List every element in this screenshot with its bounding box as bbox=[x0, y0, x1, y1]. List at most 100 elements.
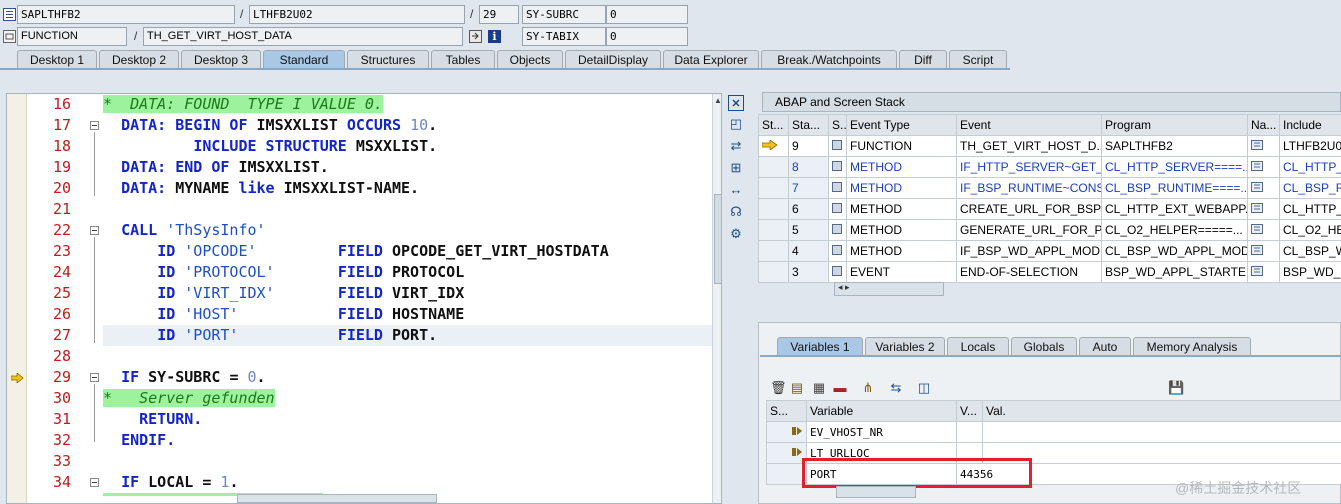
resize-icon[interactable]: ↔ bbox=[728, 182, 744, 198]
tab-desktop-3[interactable]: Desktop 3 bbox=[181, 50, 261, 69]
navigate-icon[interactable] bbox=[469, 30, 482, 43]
tab-standard[interactable]: Standard bbox=[263, 50, 345, 69]
navigate-icon[interactable] bbox=[1247, 261, 1280, 283]
event-type-icon bbox=[828, 219, 847, 241]
variables-tab-divider bbox=[760, 355, 1341, 357]
column-header[interactable]: Event bbox=[956, 114, 1102, 136]
tab-objects[interactable]: Objects bbox=[497, 50, 563, 69]
tab-tables[interactable]: Tables bbox=[431, 50, 495, 69]
transfer-icon[interactable]: ⇆ bbox=[888, 380, 904, 396]
event-type-icon bbox=[828, 198, 847, 220]
program-field[interactable]: SAPLTHFB2 bbox=[17, 5, 235, 24]
insert-row-icon[interactable]: ▦ bbox=[811, 380, 827, 396]
current-frame-arrow-icon bbox=[758, 135, 789, 157]
code-line: 21 bbox=[52, 200, 71, 218]
close-icon[interactable]: ✕ bbox=[728, 95, 744, 111]
tab-breakpoints[interactable]: Break./Watchpoints bbox=[761, 50, 897, 69]
maximize-icon[interactable]: ⊞ bbox=[728, 160, 744, 176]
tab-variables-1[interactable]: Variables 1 bbox=[777, 337, 863, 356]
include-field[interactable]: LTHFB2U02 bbox=[249, 5, 465, 24]
navigate-icon[interactable] bbox=[1247, 135, 1280, 157]
tab-structures[interactable]: Structures bbox=[347, 50, 429, 69]
code-line: 29 IF SY-SUBRC = 0. bbox=[52, 368, 266, 386]
column-header[interactable]: St... bbox=[758, 114, 789, 136]
event-name-field[interactable]: TH_GET_VIRT_HOST_DATA bbox=[143, 27, 463, 46]
line-field[interactable]: 29 bbox=[479, 5, 519, 24]
watermark: @稀土掘金技术社区 bbox=[1175, 480, 1302, 496]
tab-desktop-1[interactable]: Desktop 1 bbox=[17, 50, 97, 69]
info-icon[interactable]: i bbox=[488, 30, 501, 43]
code-line: 31 RETURN. bbox=[52, 410, 203, 428]
column-header[interactable]: Sta... bbox=[788, 114, 829, 136]
tab-auto[interactable]: Auto bbox=[1079, 337, 1131, 356]
program-icon bbox=[3, 8, 16, 21]
sy-field-value: 0 bbox=[606, 27, 688, 46]
column-header[interactable]: Program bbox=[1101, 114, 1248, 136]
stack-title: ABAP and Screen Stack bbox=[762, 92, 1341, 112]
column-header[interactable]: Include bbox=[1279, 114, 1341, 136]
tree-icon[interactable]: ⋔ bbox=[860, 380, 876, 396]
event-type-icon bbox=[828, 240, 847, 262]
swap-tool-icon[interactable]: ⇄ bbox=[728, 138, 744, 154]
navigate-icon[interactable] bbox=[1247, 177, 1280, 199]
separator: / bbox=[470, 7, 474, 21]
variable-type-icon bbox=[766, 442, 807, 464]
editor-horizontal-scrollbar[interactable] bbox=[237, 494, 437, 503]
column-header[interactable]: Val. bbox=[982, 400, 1341, 422]
table-row[interactable]: 5 METHOD GENERATE_URL_FOR_P... CL_O2_HELPE… bbox=[758, 219, 1341, 241]
variable-type-icon bbox=[766, 421, 807, 443]
save-icon[interactable]: 💾 bbox=[1168, 380, 1184, 396]
tab-memory-analysis[interactable]: Memory Analysis bbox=[1133, 337, 1251, 356]
variables-horizontal-scrollbar[interactable] bbox=[836, 486, 916, 498]
source-editor[interactable]: 16 * DATA: FOUND TYPE I VALUE 0. 17 DATA:… bbox=[6, 93, 722, 504]
table-row[interactable]: 8 METHOD IF_HTTP_SERVER~GET_... CL_HTTP_SE… bbox=[758, 156, 1341, 178]
edit-icon bbox=[3, 30, 16, 43]
code-line: 22 CALL 'ThSysInfo' bbox=[52, 221, 266, 239]
column-header[interactable]: Variable bbox=[806, 400, 957, 422]
scroll-up-arrow-icon[interactable]: ▲ bbox=[714, 96, 721, 105]
event-type-field[interactable]: FUNCTION bbox=[17, 27, 127, 46]
code-line: 30 * Server gefunden bbox=[52, 389, 275, 407]
navigate-icon[interactable] bbox=[1247, 156, 1280, 178]
scroll-thumb[interactable] bbox=[714, 194, 721, 284]
tab-script[interactable]: Script bbox=[949, 50, 1007, 69]
code-line: 25 ID 'VIRT_IDX' FIELD VIRT_IDX bbox=[52, 284, 465, 302]
table-row[interactable]: 7 METHOD IF_BSP_RUNTIME~CONS... CL_BSP_RUN… bbox=[758, 177, 1341, 199]
separator: / bbox=[134, 29, 138, 43]
navigate-icon[interactable] bbox=[1247, 219, 1280, 241]
column-header[interactable]: S... bbox=[828, 114, 847, 136]
table-row[interactable]: 4 METHOD IF_BSP_WD_APPL_MOD... CL_BSP_WD_A… bbox=[758, 240, 1341, 262]
navigate-icon[interactable] bbox=[1247, 240, 1280, 262]
tab-desktop-2[interactable]: Desktop 2 bbox=[99, 50, 179, 69]
new-tool-icon[interactable]: ◰ bbox=[728, 116, 744, 132]
tab-diff[interactable]: Diff bbox=[899, 50, 947, 69]
code-line: 23 ID 'OPCODE' FIELD OPCODE_GET_VIRT_HOS… bbox=[52, 242, 609, 260]
stack-horizontal-scrollbar[interactable] bbox=[834, 282, 944, 296]
services-icon[interactable]: ☊ bbox=[728, 204, 744, 220]
settings-icon[interactable]: ⚙ bbox=[728, 226, 744, 242]
tab-data-explorer[interactable]: Data Explorer bbox=[663, 50, 759, 69]
column-header[interactable]: Na... bbox=[1247, 114, 1280, 136]
editor-vertical-scrollbar[interactable]: ▲ bbox=[712, 94, 721, 503]
delete-icon[interactable]: 🗑 bbox=[770, 380, 787, 396]
table-row[interactable]: 3 EVENT END-OF-SELECTION BSP_WD_APPL_START… bbox=[758, 261, 1341, 283]
sy-field-name: SY-TABIX bbox=[522, 27, 606, 46]
find-icon[interactable]: ◫ bbox=[916, 380, 932, 396]
insert-icon[interactable]: ▤ bbox=[789, 380, 805, 396]
tab-divider bbox=[0, 68, 1010, 70]
navigate-icon[interactable] bbox=[1247, 198, 1280, 220]
column-header[interactable]: V... bbox=[956, 400, 983, 422]
column-header[interactable]: Event Type bbox=[846, 114, 957, 136]
scroll-left-arrow-icon[interactable]: ◂ ▸ bbox=[838, 282, 850, 293]
delete-row-icon[interactable]: ▬ bbox=[832, 380, 848, 396]
tab-globals[interactable]: Globals bbox=[1011, 337, 1077, 356]
code-line: 20 DATA: MYNAME like IMSXXLIST-NAME. bbox=[52, 179, 420, 197]
table-row[interactable]: 6 METHODCREATE_URL_FOR_BSP_...CL_HTTP_EX… bbox=[758, 198, 1341, 220]
tab-variables-2[interactable]: Variables 2 bbox=[865, 337, 945, 356]
tab-locals[interactable]: Locals bbox=[947, 337, 1009, 356]
tab-detail-display[interactable]: DetailDisplay bbox=[565, 50, 661, 69]
column-header[interactable]: S... bbox=[766, 400, 807, 422]
code-line: 16 * DATA: FOUND TYPE I VALUE 0. bbox=[52, 95, 383, 113]
table-row[interactable]: EV_VHOST_NR bbox=[766, 421, 1341, 443]
table-row[interactable]: 9 FUNCTION TH_GET_VIRT_HOST_D... SAPLTHF… bbox=[758, 135, 1341, 157]
